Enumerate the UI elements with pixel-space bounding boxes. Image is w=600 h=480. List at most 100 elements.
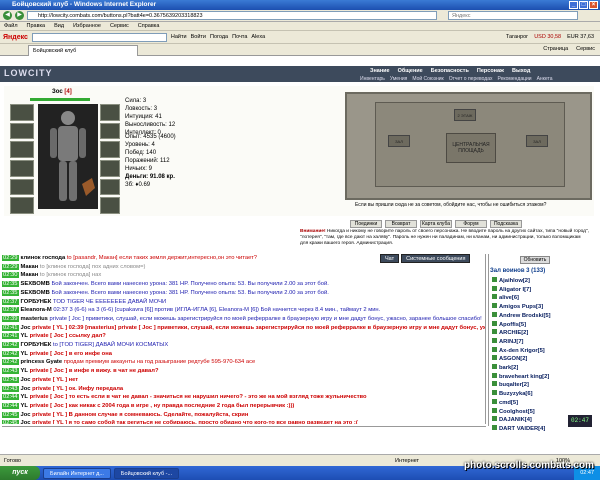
yandex-weather[interactable]: Погода [210,34,228,40]
map-button[interactable]: Карта клуба [420,220,452,228]
map-central-square[interactable]: ЦЕНТРАЛЬНАЯ ПЛОЩАДЬ [446,133,496,163]
player-item[interactable]: alive[6] [492,294,596,303]
slot-helmet[interactable] [10,104,34,121]
player-item[interactable]: Apoffis[5] [492,320,596,330]
task-combats[interactable]: Бойцовский клуб -... [113,467,180,479]
minimize-button[interactable]: _ [569,1,578,9]
nav-transfers[interactable]: Отчет о переводах [449,76,493,82]
nav-inventory[interactable]: Инвентарь [360,76,385,82]
slot-gloves[interactable] [100,141,120,158]
slot-armor[interactable] [10,159,34,177]
back-button[interactable]: ◀ [3,11,12,20]
alexa-link[interactable]: Alexa [251,34,265,40]
player-item[interactable]: Amigos Pups[3] [492,303,596,312]
player-item[interactable]: Aligator I[7] [492,285,596,295]
address-input[interactable] [27,11,437,20]
player-item[interactable]: ARCHIE[2] [492,329,596,338]
nav-profile[interactable]: Анкета [537,76,553,82]
nav-communication[interactable]: Общение [398,68,423,74]
player-item[interactable]: Ajaihlow[2] [492,277,596,286]
yandex-login-button[interactable]: Войти [191,34,206,40]
menu-view[interactable]: Вид [54,22,64,30]
chat-author[interactable]: Joc [21,386,31,392]
player-item[interactable]: Ax-den Krigor[5] [492,346,596,356]
menu-favorites[interactable]: Избранное [73,22,101,30]
player-item[interactable]: ASGON[2] [492,355,596,364]
chat-author[interactable]: YL [21,351,28,357]
slot-boots[interactable] [100,178,120,196]
chat-author[interactable]: YL [21,368,28,374]
chat-author[interactable]: клинок господа [21,255,66,261]
browser-tab[interactable]: Бойцовский клуб [28,45,138,56]
nav-security[interactable]: Безопасность [431,68,469,74]
chat-author[interactable]: YL [21,403,28,409]
nav-exit[interactable]: Выход [512,68,530,74]
nav-ally[interactable]: Мой Союзник [412,76,443,82]
player-item[interactable]: ARINJ[7] [492,337,596,347]
player-item[interactable]: Buzyzyka[6] [492,390,596,399]
menu-help[interactable]: Справка [138,22,160,30]
slot-ring2[interactable] [100,122,120,140]
chat-author[interactable]: SEXBOMB [21,290,50,296]
chat-author[interactable]: ГОРБУНЕК [21,342,52,348]
chat-author[interactable]: SEXBOMB [21,281,50,287]
character-avatar[interactable] [38,104,98,209]
chat-author[interactable]: Joc [21,412,31,418]
slot-weapon[interactable] [10,141,34,158]
yandex-find-button[interactable]: Найти [171,34,187,40]
return-button[interactable]: Возврат [385,220,417,228]
chat-input[interactable] [2,426,486,436]
nav-character[interactable]: Персонаж [477,68,504,74]
chat-author[interactable]: masterius [21,316,48,322]
chat-author[interactable]: YL [21,333,28,339]
page-menu[interactable]: Страница [543,46,568,52]
slot-amulet[interactable] [10,122,34,140]
refresh-button[interactable]: Обновить [520,256,550,264]
chat-log[interactable]: 02:29 клинок господа to [pasandr, Макан] … [2,254,486,424]
forward-button[interactable]: ▶ [15,11,24,20]
duels-button[interactable]: Поединки [350,220,382,228]
club-map[interactable]: 2 ЭТАЖ ЗАЛ ЗАЛ ЦЕНТРАЛЬНАЯ ПЛОЩАДЬ [345,92,592,200]
tab-system[interactable]: Системные сообщения [401,254,471,263]
tab-chat[interactable]: Чат [380,254,400,263]
nav-knowledge[interactable]: Знание [370,68,390,74]
map-door-hall-left[interactable]: ЗАЛ [388,135,410,147]
chat-author[interactable]: Eleanora-M [21,307,52,313]
player-item[interactable]: buqalter[2] [492,381,596,390]
chat-author[interactable]: Макан [21,264,39,270]
menu-tools[interactable]: Сервис [110,22,129,30]
forum-button[interactable]: Форум [455,220,487,228]
maximize-button[interactable]: □ [579,1,588,9]
tools-menu[interactable]: Сервис [576,46,595,52]
character-name[interactable]: Зос [4] [52,89,72,95]
task-beeline[interactable]: Билайн Интернет д... [43,467,111,479]
search-input[interactable] [448,11,578,20]
player-item[interactable]: Andrew Brodski[5] [492,311,596,321]
menu-file[interactable]: Файл [4,22,18,30]
player-item[interactable]: bark[2] [492,364,596,373]
close-button[interactable]: × [589,1,598,9]
start-button[interactable]: пуск [0,466,40,480]
slot-belt[interactable] [10,178,34,196]
hint-button[interactable]: Подсказка [490,220,522,228]
yandex-search-input[interactable] [31,32,167,42]
chat-author[interactable]: YL [21,394,28,400]
chat-author[interactable]: ГОРБУНЕК [21,299,52,305]
chat-author[interactable]: Макан [21,272,39,278]
chat-author[interactable]: Joc [21,325,31,331]
nav-skills[interactable]: Умения [390,76,407,82]
chat-author[interactable]: Joc [21,420,31,424]
chat-author[interactable]: Joc [21,377,31,383]
chat-author[interactable]: princess Gyate [21,359,63,365]
slot-pants[interactable] [10,197,34,214]
slot-extra[interactable] [100,197,120,214]
map-door-hall-right[interactable]: ЗАЛ [526,135,548,147]
menu-edit[interactable]: Правка [27,22,46,30]
nav-recommend[interactable]: Рекомендации [498,76,532,82]
map-door-floor2[interactable]: 2 ЭТАЖ [454,109,476,121]
player-item[interactable]: cmd[5] [492,398,596,408]
yandex-mail[interactable]: Почта [232,34,247,40]
slot-shield[interactable] [100,159,120,177]
slot-ring1[interactable] [100,104,120,121]
player-item[interactable]: braveheart king[2] [492,372,596,382]
